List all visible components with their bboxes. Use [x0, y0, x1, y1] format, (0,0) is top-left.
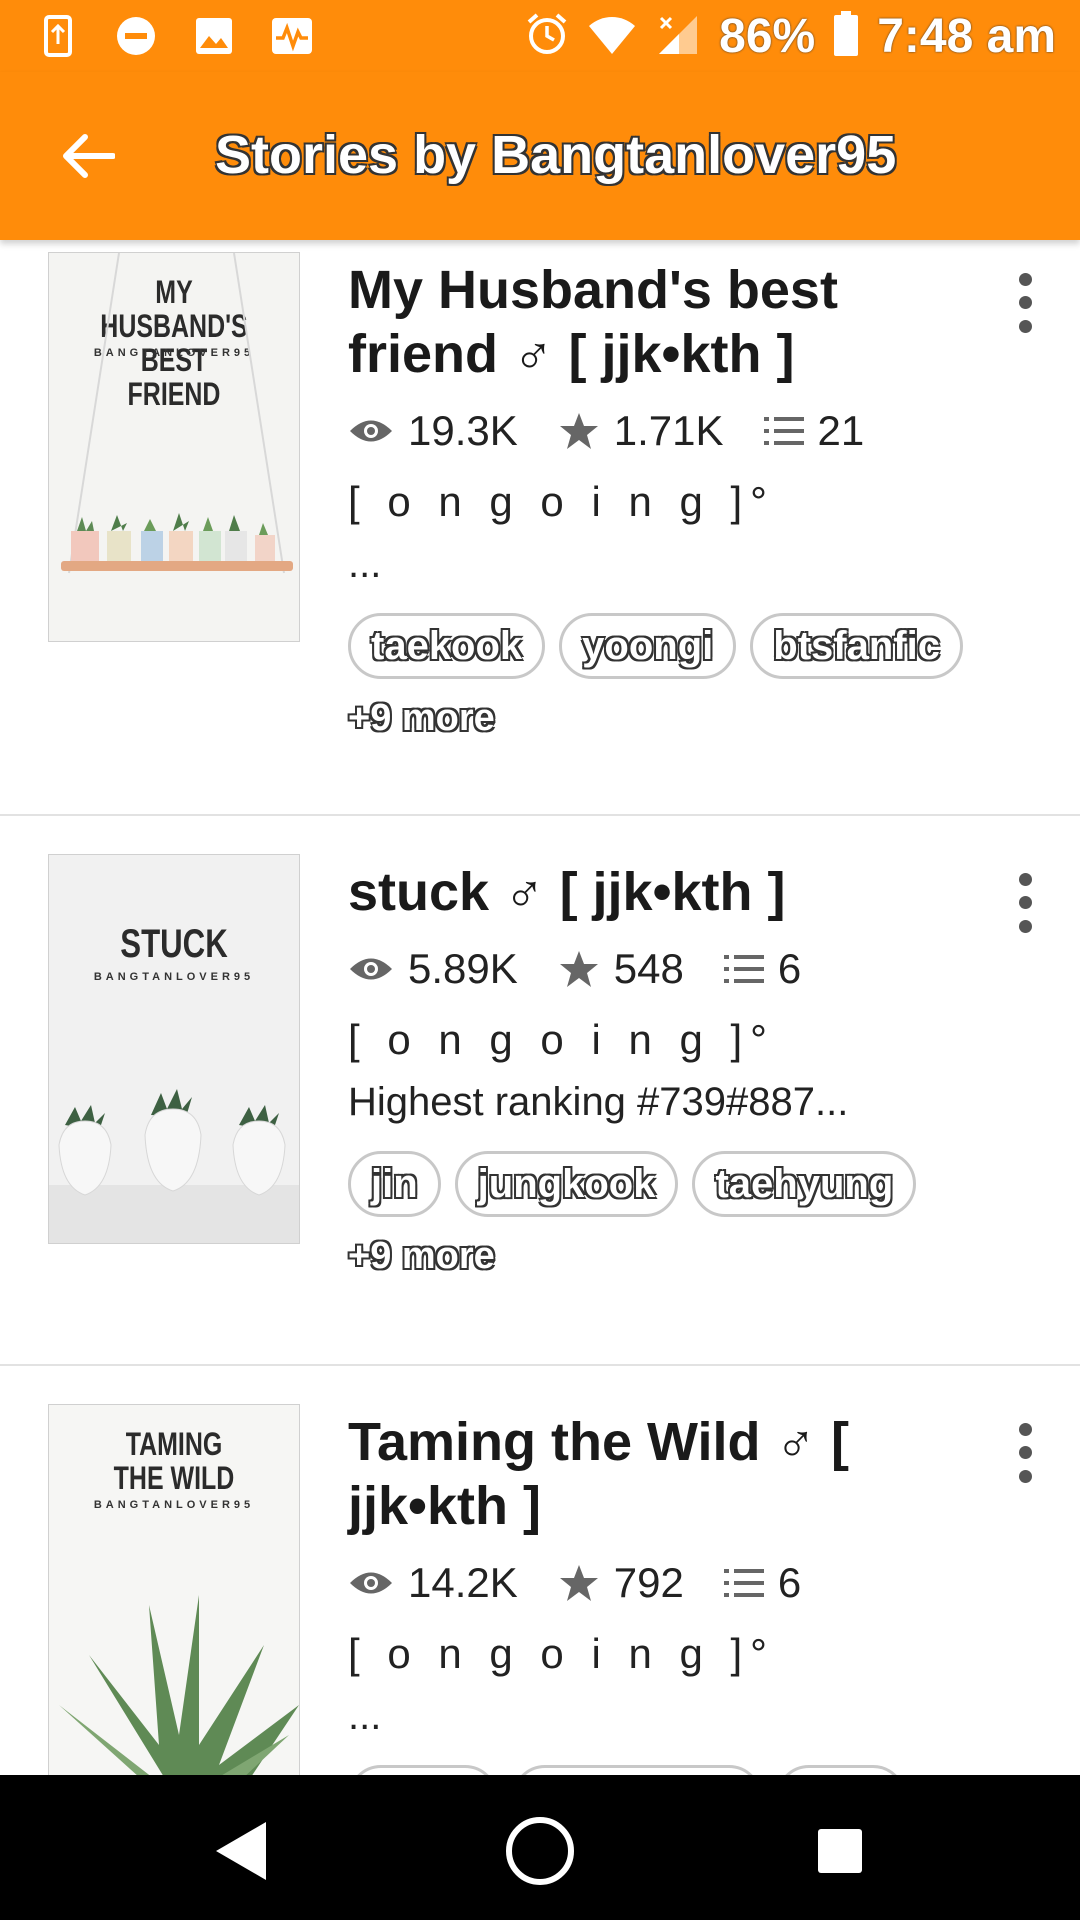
- list-icon: [723, 955, 764, 983]
- more-vertical-icon: [1018, 873, 1032, 887]
- clock: 7:48 am: [877, 9, 1056, 63]
- votes-count: 1.71K: [613, 407, 724, 454]
- tag-chip[interactable]: jungkook: [454, 1151, 679, 1217]
- tag-chip[interactable]: btsfanfic: [750, 613, 963, 679]
- reads-stat: 14.2K: [348, 1559, 518, 1607]
- more-tags-link[interactable]: +9 more: [348, 1235, 988, 1278]
- tag-chip[interactable]: [512, 1765, 762, 1775]
- more-options-button[interactable]: [1000, 268, 1050, 338]
- triangle-back-icon: [216, 1822, 266, 1880]
- home-circle-icon: [506, 1817, 574, 1885]
- story-description: Highest ranking #739#887...: [348, 1080, 849, 1124]
- parts-count: 6: [777, 1559, 802, 1606]
- tag-list: taekook yoongi btsfanfic: [348, 613, 988, 679]
- do-not-disturb-icon: [114, 14, 158, 58]
- story-item[interactable]: STUCK BANGTANLOVER95 stuck ♂ [ jjk•kth ]…: [0, 816, 1080, 1366]
- more-vertical-icon: [1018, 273, 1032, 287]
- parts-stat: 6: [723, 1559, 802, 1607]
- star-icon: [559, 1565, 598, 1601]
- story-description: ...: [348, 542, 382, 586]
- cover-illustration: [49, 1089, 299, 1243]
- page-title: Stories by Bangtanlover95: [215, 125, 897, 185]
- votes-count: 548: [613, 945, 684, 992]
- reads-stat: 5.89K: [348, 945, 518, 993]
- votes-stat: 1.71K: [558, 407, 724, 455]
- cover-illustration: [59, 1595, 299, 1775]
- list-icon: [723, 1569, 764, 1597]
- system-navigation-bar: [0, 1775, 1080, 1920]
- reads-count: 14.2K: [408, 1559, 518, 1606]
- cell-signal-icon: [655, 12, 701, 61]
- votes-stat: 792: [558, 1559, 684, 1607]
- tag-list: jin jungkook taehyung: [348, 1151, 988, 1217]
- parts-count: 21: [817, 407, 865, 454]
- nav-recents-button[interactable]: [800, 1811, 880, 1891]
- reads-count: 19.3K: [408, 407, 518, 454]
- eye-icon: [350, 420, 392, 442]
- parts-count: 6: [777, 945, 802, 992]
- square-recents-icon: [818, 1829, 862, 1873]
- story-title[interactable]: My Husband's best friend ♂ [ jjk•kth ]: [348, 258, 988, 386]
- tag-chip[interactable]: [776, 1765, 906, 1775]
- votes-stat: 548: [558, 945, 684, 993]
- status-bar: 86% 7:48 am: [0, 0, 1080, 72]
- activity-notification-icon: [270, 14, 314, 58]
- story-description: ...: [348, 1694, 382, 1738]
- screenshot-notification-icon: [36, 14, 80, 58]
- app-bar: Stories by Bangtanlover95: [0, 72, 1080, 240]
- story-stats: 14.2K 792 6: [348, 1558, 988, 1608]
- cover-illustration: [61, 253, 293, 574]
- more-vertical-icon: [1018, 1423, 1032, 1437]
- arrow-left-icon: [63, 134, 115, 178]
- story-cover[interactable]: STUCK BANGTANLOVER95: [48, 854, 300, 1244]
- nav-back-button[interactable]: [200, 1811, 280, 1891]
- eye-icon: [350, 1572, 392, 1594]
- alarm-icon: [525, 12, 569, 61]
- story-cover[interactable]: MY HUSBAND'S BEST FRIEND BANGTANLOVER95: [48, 252, 300, 642]
- more-options-button[interactable]: [1000, 1418, 1050, 1488]
- story-status: [ o n g o i n g ]°: [348, 1016, 775, 1063]
- story-stats: 5.89K 548 6: [348, 944, 988, 994]
- story-list[interactable]: MY HUSBAND'S BEST FRIEND BANGTANLOVER95 …: [0, 240, 1080, 1775]
- tag-chip[interactable]: taekook: [348, 613, 546, 679]
- story-item[interactable]: TAMING THE WILD BANGTANLOVER95 Taming th…: [0, 1366, 1080, 1775]
- reads-count: 5.89K: [408, 945, 518, 992]
- votes-count: 792: [613, 1559, 684, 1606]
- tag-chip[interactable]: yoongi: [559, 613, 737, 679]
- story-title[interactable]: stuck ♂ [ jjk•kth ]: [348, 860, 988, 924]
- back-button[interactable]: [48, 116, 128, 196]
- battery-icon: [833, 10, 859, 62]
- tag-list: [348, 1765, 988, 1775]
- star-icon: [559, 413, 598, 449]
- story-status: [ o n g o i n g ]°: [348, 1630, 775, 1677]
- story-item[interactable]: MY HUSBAND'S BEST FRIEND BANGTANLOVER95 …: [0, 240, 1080, 816]
- reads-stat: 19.3K: [348, 407, 518, 455]
- eye-icon: [350, 958, 392, 980]
- story-title[interactable]: Taming the Wild ♂ [ jjk•kth ]: [348, 1410, 988, 1538]
- parts-stat: 6: [723, 945, 802, 993]
- tag-chip[interactable]: [348, 1765, 498, 1775]
- parts-stat: 21: [763, 407, 865, 455]
- story-stats: 19.3K 1.71K 21: [348, 406, 988, 456]
- image-notification-icon: [192, 14, 236, 58]
- list-icon: [763, 417, 804, 445]
- more-options-button[interactable]: [1000, 868, 1050, 938]
- battery-percent: 86%: [719, 9, 816, 63]
- story-status: [ o n g o i n g ]°: [348, 478, 775, 525]
- star-icon: [559, 951, 598, 987]
- nav-home-button[interactable]: [500, 1811, 580, 1891]
- tag-chip[interactable]: taehyung: [692, 1151, 917, 1217]
- tag-chip[interactable]: jin: [348, 1151, 441, 1217]
- more-tags-link[interactable]: +9 more: [348, 697, 988, 740]
- story-cover[interactable]: TAMING THE WILD BANGTANLOVER95: [48, 1404, 300, 1775]
- wifi-icon: [587, 12, 637, 61]
